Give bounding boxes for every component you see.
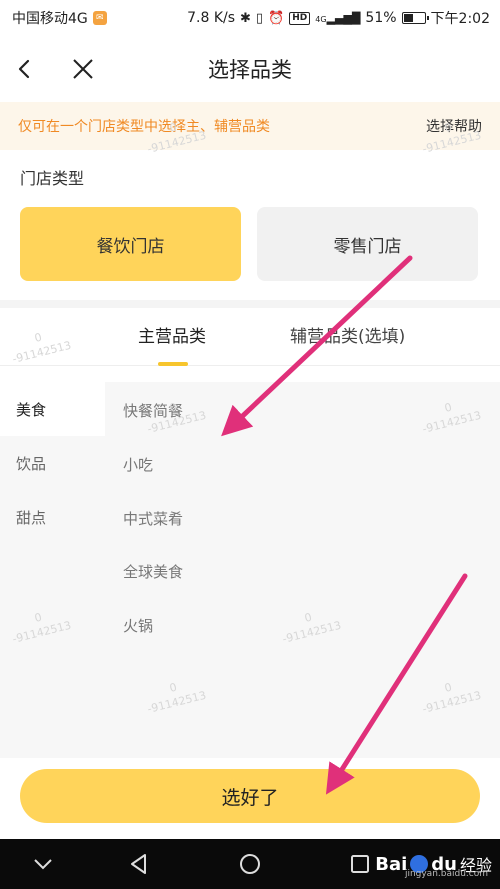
signal-icon: 4G▂▄▆█ bbox=[315, 11, 361, 25]
store-type-label: 门店类型 bbox=[20, 169, 85, 188]
alarm-icon: ⏰ bbox=[268, 10, 285, 26]
status-right: 7.8 K/s ✱ ▯ ⏰ HD 4G▂▄▆█ 51% 下午2:02 bbox=[187, 8, 490, 28]
help-link[interactable]: 选择帮助 bbox=[426, 116, 482, 136]
battery-icon bbox=[401, 12, 429, 24]
store-type-catering-button[interactable]: 餐饮门店 bbox=[20, 207, 241, 281]
status-left: 中国移动4G ✉ bbox=[12, 8, 107, 28]
page-title: 选择品类 bbox=[208, 58, 292, 82]
carrier-app-icon: ✉ bbox=[92, 11, 107, 25]
system-navigation-bar: Bai du 经验 jingyan.baidu.com bbox=[0, 839, 500, 889]
category-group-food[interactable]: 美食 bbox=[0, 382, 105, 436]
select-category-screen: 中国移动4G ✉ 7.8 K/s ✱ ▯ ⏰ HD 4G▂▄▆█ 51% 下午2… bbox=[0, 0, 500, 889]
hd-icon: HD bbox=[289, 11, 311, 25]
chevron-down-icon[interactable] bbox=[30, 851, 56, 877]
home-circle-icon[interactable] bbox=[237, 851, 263, 877]
recents-square-icon[interactable] bbox=[347, 851, 373, 877]
network-type: 4G bbox=[315, 14, 327, 24]
active-tab-indicator bbox=[158, 362, 188, 366]
category-option-fast-food[interactable]: 快餐简餐 bbox=[123, 400, 183, 421]
tab-main-category[interactable]: 主营品类 bbox=[138, 322, 206, 347]
confirm-button[interactable]: 选好了 bbox=[20, 769, 480, 823]
bluetooth-icon: ✱ bbox=[240, 10, 251, 26]
category-group-desserts[interactable]: 甜点 bbox=[0, 490, 105, 544]
network-speed: 7.8 K/s bbox=[187, 10, 236, 26]
vibrate-icon: ▯ bbox=[255, 10, 264, 26]
category-option-list: 快餐简餐 小吃 中式菜肴 全球美食 火锅 bbox=[105, 382, 500, 758]
battery-percent: 51% bbox=[365, 10, 397, 26]
navigation-bar: 选择品类 bbox=[0, 36, 500, 102]
category-option-global-food[interactable]: 全球美食 bbox=[123, 561, 183, 582]
category-option-chinese-dishes[interactable]: 中式菜肴 bbox=[123, 508, 183, 529]
category-group-list: 美食 饮品 甜点 bbox=[0, 382, 105, 758]
notice-bar: 仅可在一个门店类型中选择主、辅营品类 选择帮助 bbox=[0, 102, 500, 150]
notice-text: 仅可在一个门店类型中选择主、辅营品类 bbox=[18, 119, 270, 135]
category-option-snacks[interactable]: 小吃 bbox=[123, 454, 153, 475]
carrier-label: 中国移动4G bbox=[12, 11, 88, 27]
back-triangle-icon[interactable] bbox=[126, 851, 152, 877]
category-option-hotpot[interactable]: 火锅 bbox=[123, 615, 153, 636]
clock: 下午2:02 bbox=[430, 11, 490, 27]
section-divider bbox=[0, 300, 500, 308]
category-group-drinks[interactable]: 饮品 bbox=[0, 436, 105, 490]
baidu-url: jingyan.baidu.com bbox=[404, 869, 488, 879]
tab-sub-category[interactable]: 辅营品类(选填) bbox=[290, 322, 405, 347]
baidu-logo-text: Bai bbox=[375, 853, 408, 875]
store-type-retail-button[interactable]: 零售门店 bbox=[257, 207, 478, 281]
category-tabs: 主营品类 辅营品类(选填) bbox=[0, 308, 500, 366]
battery-level-fill bbox=[403, 14, 414, 22]
status-bar: 中国移动4G ✉ 7.8 K/s ✱ ▯ ⏰ HD 4G▂▄▆█ 51% 下午2… bbox=[0, 0, 500, 36]
